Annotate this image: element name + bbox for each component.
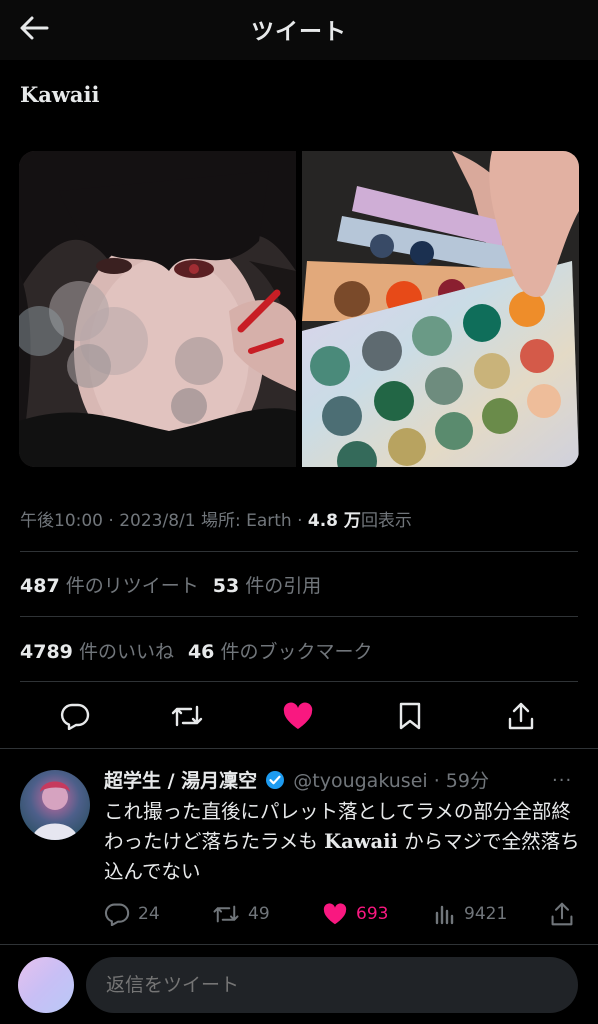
divider	[0, 748, 598, 749]
likes-label: 件のいいね	[78, 641, 174, 663]
share-icon	[551, 902, 573, 926]
reply-retweet-button[interactable]: 49	[212, 898, 270, 930]
stats-likes-row: 4789 件のいいね 46 件のブックマーク	[20, 637, 372, 664]
reply-replies-count: 24	[138, 904, 160, 924]
page-title: ツイート	[251, 19, 347, 45]
reply-handle-time: @tyougakusei · 59分	[293, 770, 489, 792]
verified-badge-icon	[266, 771, 285, 789]
reply-retweets-count: 49	[248, 904, 270, 924]
retweet-icon	[213, 905, 239, 923]
reply-like-button[interactable]: 693	[322, 898, 388, 930]
reply-icon	[60, 703, 90, 730]
selfie-illustration	[19, 151, 296, 467]
retweets-count: 487	[20, 575, 60, 597]
views-label: 回表示	[360, 511, 412, 531]
timestamp-location: 午後10:00 · 2023/8/1 場所: Earth ·	[20, 511, 308, 531]
photo-selfie[interactable]	[19, 151, 296, 467]
reply-input[interactable]	[86, 957, 578, 1013]
quotes-label: 件の引用	[245, 575, 322, 597]
avatar-illustration	[32, 781, 78, 840]
reply-button[interactable]	[57, 698, 93, 734]
likes-stat[interactable]: 4789 件のいいね	[20, 641, 174, 663]
reply-views-button[interactable]: 9421	[434, 898, 507, 930]
reply-icon	[105, 903, 130, 926]
views-chart-icon	[435, 905, 454, 925]
bookmark-icon	[399, 702, 421, 730]
divider	[20, 616, 578, 617]
retweet-icon	[171, 705, 203, 727]
stats-retweets-row: 487 件のリツイート 53 件の引用	[20, 571, 321, 598]
like-button[interactable]	[280, 698, 316, 734]
reply-header: 超学生 / 湯月凜空 @tyougakusei · 59分	[104, 766, 489, 793]
share-icon	[508, 702, 534, 730]
palette-illustration	[302, 151, 579, 467]
divider	[20, 551, 578, 552]
retweets-label: 件のリツイート	[65, 575, 199, 597]
reply-avatar[interactable]	[20, 770, 90, 840]
more-options-button[interactable]: ···	[552, 770, 572, 791]
reply-share-button[interactable]	[550, 898, 574, 930]
reply-text-kawaii: Kawaii	[324, 830, 398, 853]
top-bar: ツイート	[0, 0, 598, 60]
likes-count: 4789	[20, 641, 73, 663]
photo-eyeshadow-palette[interactable]	[302, 151, 579, 467]
views-count: 4.8 万	[307, 511, 361, 531]
reply-action-bar: 24 49 693 9421	[0, 898, 598, 930]
reply-reply-button[interactable]: 24	[104, 898, 160, 930]
reply-author-name[interactable]: 超学生 / 湯月凜空	[104, 770, 257, 792]
tweet-meta: 午後10:00 · 2023/8/1 場所: Earth · 4.8 万回表示	[20, 506, 412, 531]
tweet-text: Kawaii	[20, 82, 100, 107]
user-avatar[interactable]	[18, 957, 74, 1013]
quotes-count: 53	[212, 575, 240, 597]
bookmarks-stat[interactable]: 46 件のブックマーク	[188, 641, 373, 663]
bookmarks-count: 46	[187, 641, 215, 663]
quotes-stat[interactable]: 53 件の引用	[213, 575, 322, 597]
retweets-stat[interactable]: 487 件のリツイート	[20, 575, 199, 597]
divider	[20, 681, 578, 682]
tweet-action-bar	[0, 690, 598, 742]
retweet-button[interactable]	[169, 698, 205, 734]
tweet-media	[19, 151, 579, 467]
reply-text: これ撮った直後にパレット落としてラメの部分全部終わったけど落ちたラメも Kawa…	[104, 797, 584, 887]
reply-composer	[0, 944, 598, 1024]
share-button[interactable]	[503, 698, 539, 734]
reply-likes-count: 693	[356, 904, 389, 924]
bookmarks-label: 件のブックマーク	[220, 641, 373, 663]
bookmark-button[interactable]	[392, 698, 428, 734]
reply-views-count: 9421	[464, 904, 508, 924]
heart-filled-icon	[323, 903, 347, 925]
heart-filled-icon	[283, 702, 313, 729]
